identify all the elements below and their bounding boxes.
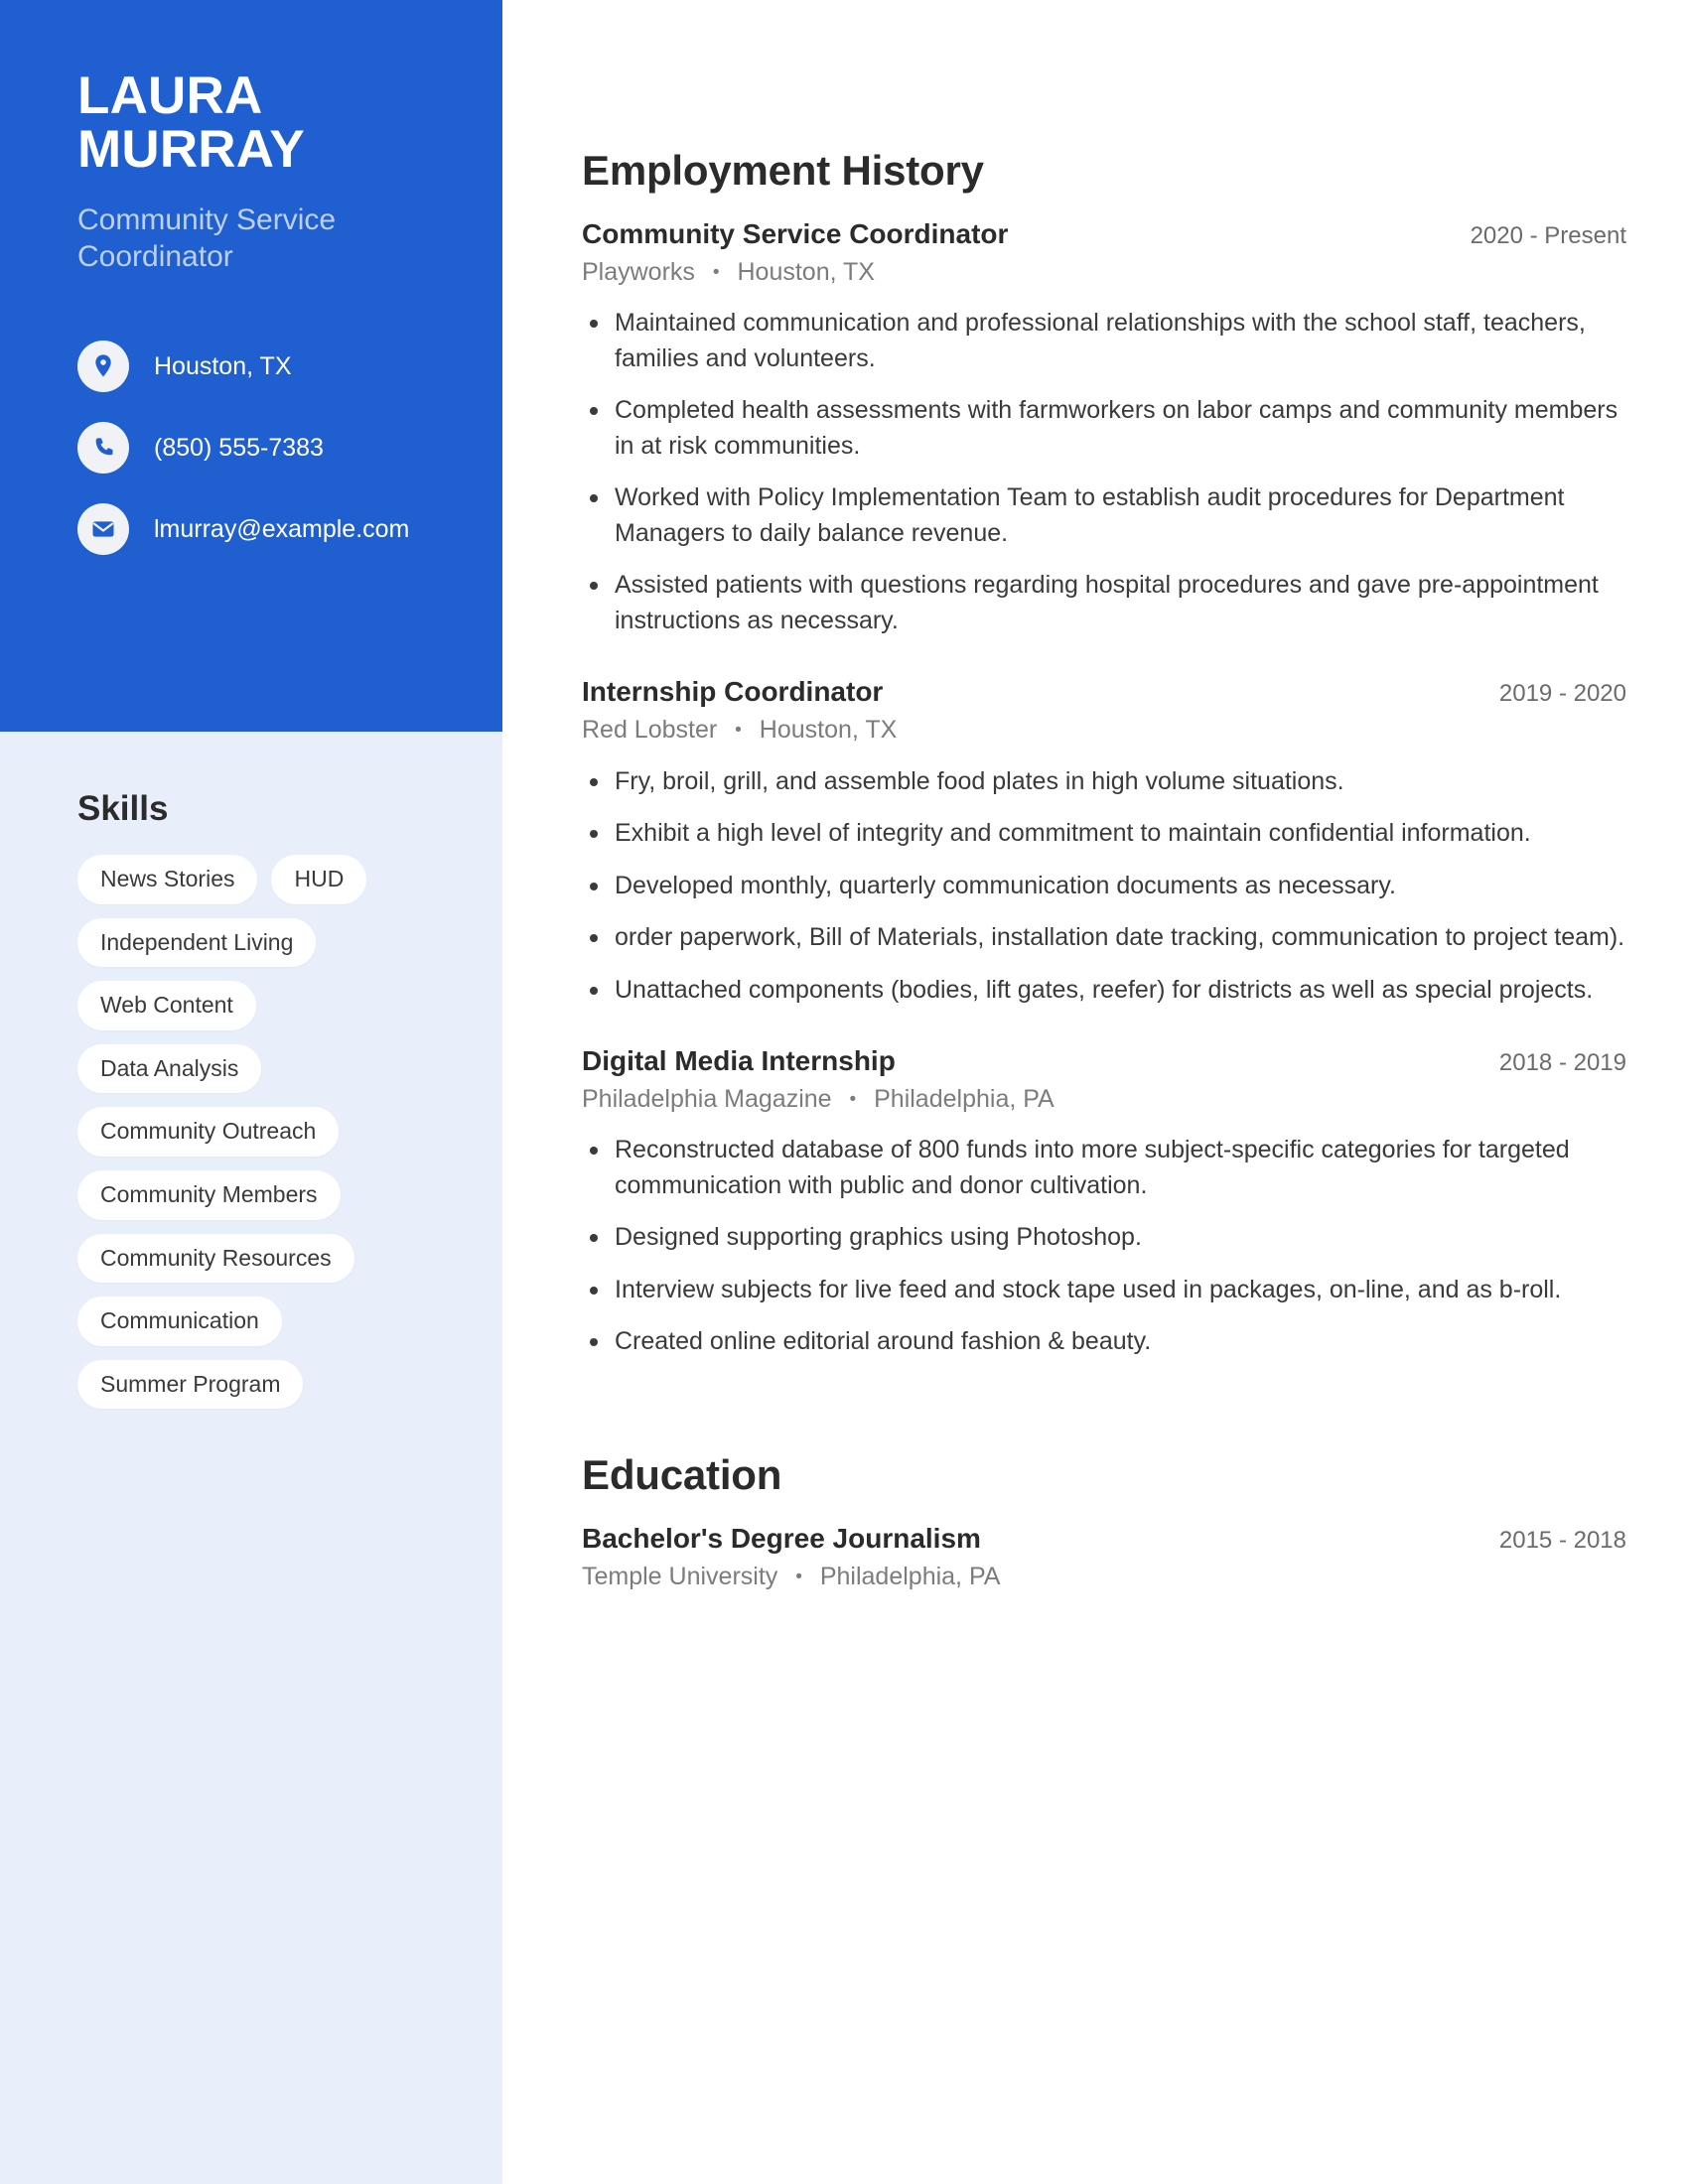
meta-separator-dot: • bbox=[795, 1566, 802, 1587]
skill-pill: Communication bbox=[77, 1297, 282, 1346]
skill-pill: HUD bbox=[271, 855, 367, 904]
job-bullet-list: Fry, broil, grill, and assemble food pla… bbox=[582, 764, 1626, 1009]
skill-pill: Community Outreach bbox=[77, 1107, 340, 1157]
contact-email: lmurray@example.com bbox=[77, 503, 433, 556]
job-location: Houston, TX bbox=[737, 257, 875, 286]
envelope-icon bbox=[77, 503, 129, 556]
job-meta: Philadelphia Magazine • Philadelphia, PA bbox=[582, 1083, 1626, 1116]
job-location: Houston, TX bbox=[759, 716, 898, 745]
job-bullet: Worked with Policy Implementation Team t… bbox=[582, 480, 1626, 551]
job-role: Internship Coordinator bbox=[582, 676, 884, 708]
job-meta: Red Lobster • Houston, TX bbox=[582, 714, 1626, 747]
contact-phone-text: (850) 555-7383 bbox=[154, 434, 324, 463]
job-bullet-list: Maintained communication and professiona… bbox=[582, 306, 1626, 638]
job-bullet: Unattached components (bodies, lift gate… bbox=[582, 973, 1626, 1009]
employment-entry: Community Service Coordinator 2020 - Pre… bbox=[582, 216, 1626, 638]
job-role: Community Service Coordinator bbox=[582, 218, 1009, 249]
job-bullet: Designed supporting graphics using Photo… bbox=[582, 1220, 1626, 1256]
employment-entry: Internship Coordinator 2019 - 2020 Red L… bbox=[582, 674, 1626, 1008]
skill-pill: Independent Living bbox=[77, 917, 317, 968]
job-bullet: Fry, broil, grill, and assemble food pla… bbox=[582, 764, 1626, 800]
job-location: Philadelphia, PA bbox=[874, 1084, 1055, 1113]
main-content: Employment History Community Service Coo… bbox=[502, 0, 1688, 2184]
job-dates: 2018 - 2019 bbox=[1498, 1049, 1626, 1077]
employment-entry: Digital Media Internship 2018 - 2019 Phi… bbox=[582, 1043, 1626, 1360]
candidate-name: LAURA MURRAY bbox=[77, 67, 433, 180]
job-bullet: order paperwork, Bill of Materials, inst… bbox=[582, 920, 1626, 956]
meta-separator-dot: • bbox=[735, 720, 742, 742]
candidate-last-name: MURRAY bbox=[77, 120, 305, 180]
sidebar: LAURA MURRAY Community Service Coordinat… bbox=[0, 0, 502, 2184]
job-bullet: Reconstructed database of 800 funds into… bbox=[582, 1133, 1626, 1203]
education-school: Temple University bbox=[582, 1562, 778, 1590]
skills-heading: Skills bbox=[77, 789, 169, 828]
meta-separator-dot: • bbox=[849, 1089, 857, 1111]
candidate-job-title: Community Service Coordinator bbox=[77, 204, 337, 273]
skill-pill: Summer Program bbox=[77, 1359, 304, 1410]
sidebar-header: LAURA MURRAY Community Service Coordinat… bbox=[0, 0, 502, 732]
education-entry-header: Bachelor's Degree Journalism 2015 - 2018 bbox=[582, 1521, 1626, 1557]
job-bullet: Assisted patients with questions regardi… bbox=[582, 568, 1626, 638]
education-degree: Bachelor's Degree Journalism bbox=[582, 1522, 981, 1554]
job-company: Philadelphia Magazine bbox=[582, 1084, 832, 1113]
job-bullet: Created online editorial around fashion … bbox=[582, 1324, 1626, 1360]
candidate-first-name: LAURA bbox=[77, 67, 263, 125]
skill-pill: Community Resources bbox=[77, 1233, 354, 1284]
job-company: Red Lobster bbox=[582, 716, 718, 745]
skill-pill: Web Content bbox=[77, 981, 256, 1030]
employment-entry-header: Internship Coordinator 2019 - 2020 bbox=[582, 674, 1626, 710]
job-dates: 2020 - Present bbox=[1470, 222, 1626, 249]
contact-list: Houston, TX (850) 555-7383 lmurray@examp… bbox=[77, 341, 433, 556]
education-entry: Bachelor's Degree Journalism 2015 - 2018… bbox=[582, 1521, 1626, 1592]
skills-section: Skills News Stories HUD Independent Livi… bbox=[0, 732, 502, 1410]
job-dates: 2019 - 2020 bbox=[1498, 680, 1626, 708]
job-meta: Playworks • Houston, TX bbox=[582, 256, 1626, 289]
skill-pill: Data Analysis bbox=[77, 1043, 262, 1094]
job-bullet-list: Reconstructed database of 800 funds into… bbox=[582, 1133, 1626, 1360]
resume-page: LAURA MURRAY Community Service Coordinat… bbox=[0, 0, 1688, 2184]
job-bullet: Developed monthly, quarterly communicati… bbox=[582, 869, 1626, 904]
job-bullet: Exhibit a high level of integrity and co… bbox=[582, 816, 1626, 852]
education-location: Philadelphia, PA bbox=[819, 1562, 1001, 1590]
contact-email-text: lmurray@example.com bbox=[154, 515, 410, 544]
job-company: Playworks bbox=[582, 257, 695, 286]
contact-location-text: Houston, TX bbox=[154, 352, 292, 381]
job-role: Digital Media Internship bbox=[582, 1045, 896, 1077]
phone-icon bbox=[77, 422, 129, 475]
skill-pill: News Stories bbox=[77, 855, 258, 904]
job-bullet: Completed health assessments with farmwo… bbox=[582, 393, 1626, 464]
skill-pill: Community Members bbox=[77, 1169, 341, 1220]
contact-location: Houston, TX bbox=[77, 341, 433, 393]
employment-entry-header: Community Service Coordinator 2020 - Pre… bbox=[582, 216, 1626, 252]
location-pin-icon bbox=[77, 341, 129, 393]
education-heading: Education bbox=[582, 1450, 782, 1498]
education-meta: Temple University • Philadelphia, PA bbox=[582, 1561, 1626, 1593]
meta-separator-dot: • bbox=[712, 261, 720, 283]
education-dates: 2015 - 2018 bbox=[1498, 1526, 1626, 1554]
contact-phone: (850) 555-7383 bbox=[77, 422, 433, 475]
employment-history-heading: Employment History bbox=[582, 147, 984, 194]
job-bullet: Interview subjects for live feed and sto… bbox=[582, 1273, 1626, 1308]
employment-entry-header: Digital Media Internship 2018 - 2019 bbox=[582, 1043, 1626, 1079]
job-bullet: Maintained communication and professiona… bbox=[582, 306, 1626, 376]
skill-pill-list: News Stories HUD Independent Living Web … bbox=[77, 855, 427, 1410]
